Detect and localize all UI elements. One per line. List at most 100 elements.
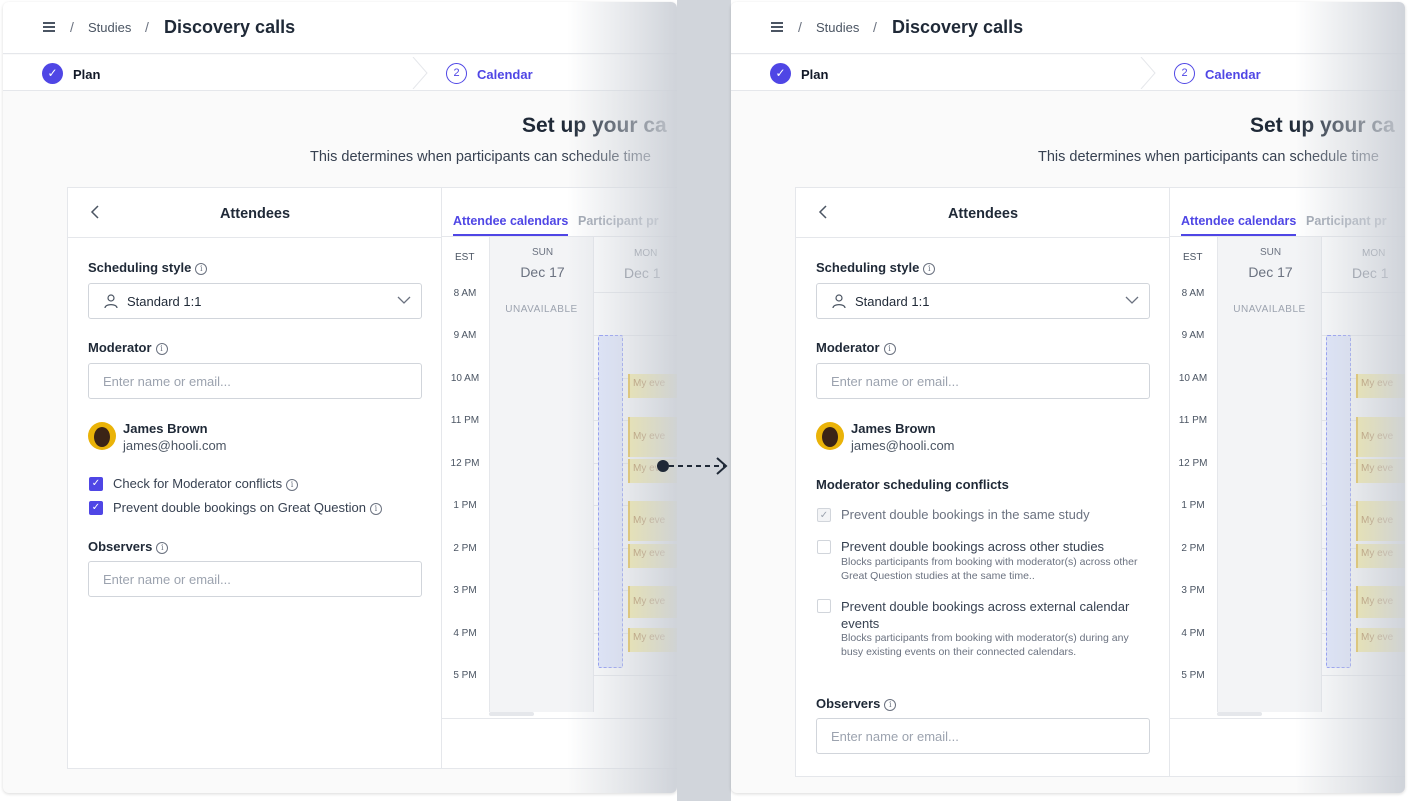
mon-dow: MON [634,248,658,259]
unavailable-label: UNAVAILABLE [505,304,578,315]
other-studies-description: Blocks participants from booking with mo… [841,556,1138,582]
scheduling-style-select[interactable]: Standard 1:1 [88,283,422,319]
info-icon[interactable]: i [195,262,208,275]
grid-line [594,292,677,293]
breadcrumb-separator: / [70,19,74,35]
time-label: 1 PM [453,500,477,511]
hamburger-menu-icon[interactable] [43,22,55,32]
calendar-event[interactable]: My eve [1356,501,1405,541]
moderator-name: James Brown [123,421,208,436]
section-heading: Set up your ca [522,114,667,137]
observers-input[interactable]: Enter name or email... [88,561,422,597]
grid-line [1322,292,1405,293]
mon-date: Dec 1 [1352,265,1389,281]
calendar-event[interactable]: My eve [628,374,677,398]
breadcrumb-studies-link[interactable]: Studies [816,20,859,35]
calendar-event[interactable]: My eve [628,544,677,568]
tab-attendee-calendars[interactable]: Attendee calendars [453,214,569,236]
sun-date: Dec 17 [1248,264,1293,280]
moderator-email: james@hooli.com [123,438,227,453]
breadcrumb-separator: / [145,19,149,35]
info-icon[interactable]: i [884,698,897,711]
moderator-conflicts-label: Check for Moderator conflicts i [113,476,299,491]
step-plan[interactable]: Plan [73,67,100,82]
tab-attendee-calendars[interactable]: Attendee calendars [1181,214,1297,236]
info-icon[interactable]: i [286,478,299,491]
moderator-label: Moderator i [88,340,168,355]
calendar-event[interactable]: My eve [1356,374,1405,398]
step-divider-chevron-icon [412,57,428,89]
moderator-scheduling-conflicts-heading: Moderator scheduling conflicts [816,477,1009,492]
prevent-double-bookings-label: Prevent double bookings on Great Questio… [113,500,382,515]
calendar-event[interactable]: My eve [1356,544,1405,568]
attendees-column: Attendees Scheduling style i Standard 1:1… [796,188,1170,776]
mon-date: Dec 1 [624,265,661,281]
info-icon[interactable]: i [883,342,896,355]
info-icon[interactable]: i [369,502,382,515]
external-calendar-description: Blocks participants from booking with mo… [841,632,1129,658]
unavailable-label: UNAVAILABLE [1233,304,1306,315]
prevent-double-bookings-checkbox[interactable]: ✓ [89,501,103,515]
calendar-event[interactable]: My eve [628,628,677,652]
calendar-event[interactable]: My eve [1356,628,1405,652]
section-heading: Set up your ca [1250,114,1395,137]
moderator-label: Moderator i [816,340,896,355]
calendar-event[interactable]: My eve [628,586,677,618]
observers-input[interactable]: Enter name or email... [816,718,1150,754]
calendar-event[interactable]: My eve [1356,459,1405,483]
calendar-event[interactable]: My eve [1356,586,1405,618]
moderator-email: james@hooli.com [851,438,955,453]
availability-block[interactable] [598,335,623,668]
info-icon[interactable]: i [923,262,936,275]
person-icon [832,294,846,309]
attendees-card: Attendees Scheduling style i Standard 1:1… [67,187,677,769]
step-calendar[interactable]: Calendar [1205,67,1261,82]
time-label: 11 PM [450,415,480,426]
breadcrumb-studies-link[interactable]: Studies [88,20,131,35]
calendar-scrollbar[interactable] [489,712,534,716]
time-label: 5 PM [453,670,477,681]
time-label: 9 AM [1181,330,1205,341]
step-complete-check-icon: ✓ [770,63,791,84]
availability-block[interactable] [1326,335,1351,668]
time-label: 3 PM [453,585,477,596]
hamburger-menu-icon[interactable] [771,22,783,32]
after-panel: / Studies / Discovery calls ✓ Plan 2 Cal… [731,2,1405,793]
scheduling-style-value: Standard 1:1 [855,294,930,309]
attendees-title: Attendees [947,206,1019,222]
step-complete-check-icon: ✓ [42,63,63,84]
scheduling-style-value: Standard 1:1 [127,294,202,309]
avatar [816,422,844,450]
step-divider-chevron-icon [1140,57,1156,89]
other-studies-checkbox[interactable] [817,540,831,554]
time-label: 12 PM [450,458,480,469]
moderator-input[interactable]: Enter name or email... [88,363,422,399]
timezone-label: EST [455,252,475,263]
external-calendar-checkbox[interactable] [817,599,831,613]
scheduling-style-select[interactable]: Standard 1:1 [816,283,1150,319]
panel-separator [677,0,731,801]
tab-participant-preview[interactable]: Participant pr [1306,214,1387,228]
calendar-tabs: Attendee calendars Participant pr [1170,188,1405,237]
moderator-input[interactable]: Enter name or email... [816,363,1150,399]
attendees-title: Attendees [219,206,291,222]
observers-label: Observers i [816,696,897,711]
tab-participant-preview[interactable]: Participant pr [578,214,659,228]
avatar [88,422,116,450]
step-calendar-number: 2 [1174,63,1195,84]
info-icon[interactable]: i [156,541,169,554]
section-subheading: This determines when participants can sc… [1038,149,1379,165]
calendar-divider [442,718,677,719]
step-plan[interactable]: Plan [801,67,828,82]
page-title: Discovery calls [892,17,1024,37]
info-icon[interactable]: i [155,342,168,355]
moderator-conflicts-checkbox[interactable]: ✓ [89,477,103,491]
calendar-divider [1170,718,1405,719]
calendar-event[interactable]: My eve [628,501,677,541]
moderator-name: James Brown [851,421,936,436]
same-study-checkbox[interactable]: ✓ [817,508,831,522]
step-calendar[interactable]: Calendar [477,67,533,82]
calendar-scrollbar[interactable] [1217,712,1262,716]
calendar-event[interactable]: My eve [1356,417,1405,457]
time-label: 4 PM [453,628,477,639]
